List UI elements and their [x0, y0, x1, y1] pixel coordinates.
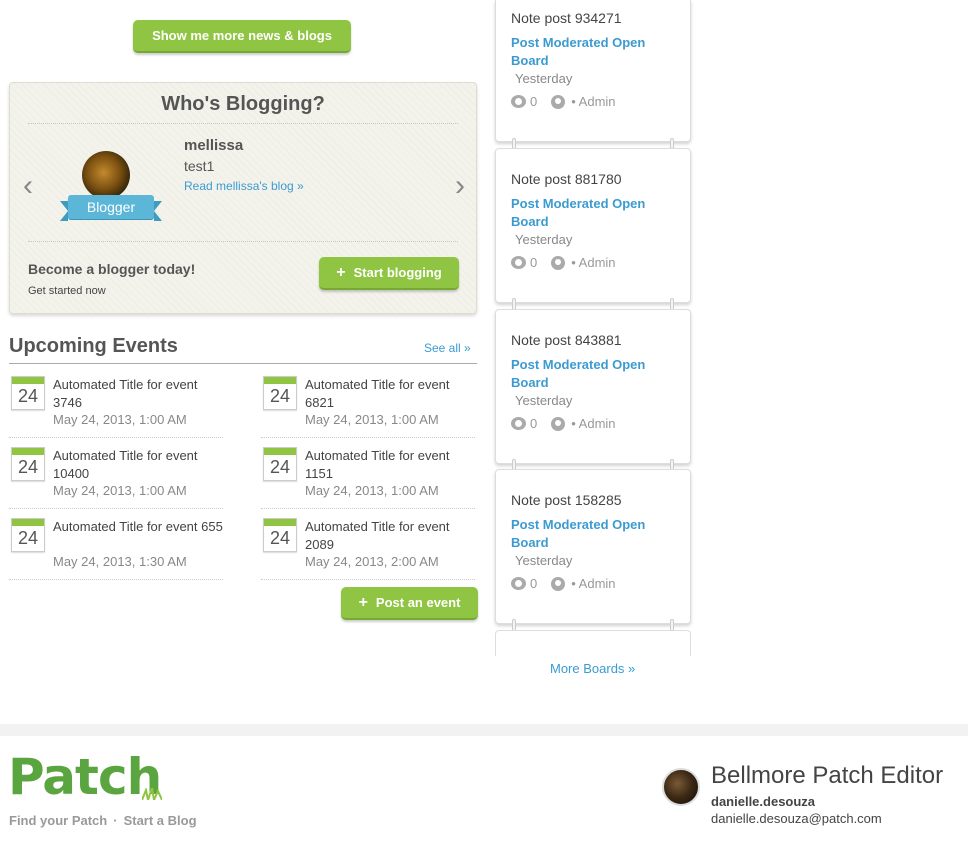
start-blogging-button[interactable]: + Start blogging: [319, 257, 459, 290]
board-post-title[interactable]: Note post 881780: [511, 171, 622, 187]
chevron-right-icon[interactable]: ›: [450, 169, 470, 203]
chevron-left-icon[interactable]: ‹: [18, 169, 38, 203]
comment-count: 0: [530, 416, 538, 431]
event-title[interactable]: Automated Title for event 1151: [305, 447, 475, 483]
patch-logo[interactable]: Patch: [8, 752, 162, 802]
event-title[interactable]: Automated Title for event 10400: [53, 447, 223, 483]
separator: ·: [113, 813, 118, 828]
whos-blogging-title: Who's Blogging?: [161, 93, 325, 115]
board-name-link[interactable]: Post Moderated Open Board: [511, 356, 671, 392]
event-date: May 24, 2013, 1:00 AM: [305, 483, 439, 498]
comment-icon: [511, 417, 526, 430]
grass-icon: [142, 788, 162, 800]
comment-icon: [511, 256, 526, 269]
upcoming-events-heading: Upcoming Events: [9, 335, 178, 357]
post-author: • Admin: [571, 255, 616, 270]
whos-blogging-panel: Who's Blogging? ‹ › Blogger mellissa tes…: [9, 82, 477, 314]
divider: [28, 123, 458, 124]
find-your-patch-link[interactable]: Find your Patch: [9, 813, 107, 828]
calendar-icon: 24: [11, 376, 45, 410]
calendar-icon: 24: [263, 518, 297, 552]
calendar-icon: 24: [11, 447, 45, 481]
event-date: May 24, 2013, 1:00 AM: [53, 412, 187, 427]
become-blogger-heading: Become a blogger today!: [28, 261, 196, 277]
board-post-title[interactable]: Note post 934271: [511, 10, 622, 26]
post-time: Yesterday: [515, 71, 573, 86]
post-time: Yesterday: [515, 393, 573, 408]
event-item[interactable]: 24 Automated Title for event 655 May 24,…: [9, 518, 223, 580]
footer-links: Find your Patch · Start a Blog: [9, 813, 197, 828]
event-title[interactable]: Automated Title for event 655: [53, 518, 223, 536]
comment-count: 0: [530, 576, 538, 591]
comment-count: 0: [530, 94, 538, 109]
badge-icon: [551, 576, 566, 591]
post-time: Yesterday: [515, 553, 573, 568]
editor-title: Bellmore Patch Editor: [711, 762, 944, 789]
editor-email[interactable]: danielle.desouza@patch.com: [711, 811, 882, 826]
event-date: May 24, 2013, 1:00 AM: [53, 483, 187, 498]
post-author: • Admin: [571, 94, 616, 109]
blogger-avatar[interactable]: [82, 151, 130, 199]
blogger-subtitle: test1: [184, 158, 215, 174]
comment-icon: [511, 577, 526, 590]
post-meta: 0 • Admin: [511, 94, 616, 109]
board-post-title[interactable]: Note post 158285: [511, 492, 622, 508]
post-event-label: Post an event: [375, 595, 461, 610]
badge-icon: [551, 94, 566, 109]
board-post-title[interactable]: Note post 843881: [511, 332, 622, 348]
start-a-blog-link[interactable]: Start a Blog: [124, 813, 197, 828]
board-card[interactable]: Note post 881780 Post Moderated Open Boa…: [495, 148, 691, 303]
event-date: May 24, 2013, 1:00 AM: [305, 412, 439, 427]
post-meta: 0 • Admin: [511, 416, 616, 431]
calendar-icon: 24: [263, 376, 297, 410]
divider: [9, 363, 477, 364]
blogger-name[interactable]: mellissa: [184, 137, 243, 154]
event-item[interactable]: 24 Automated Title for event 6821 May 24…: [261, 376, 475, 438]
calendar-icon: 24: [263, 447, 297, 481]
event-item[interactable]: 24 Automated Title for event 1151 May 24…: [261, 447, 475, 509]
post-event-button[interactable]: + Post an event: [341, 587, 478, 620]
post-meta: 0 • Admin: [511, 255, 616, 270]
page: Show me more news & blogs Who's Blogging…: [0, 0, 968, 860]
event-item[interactable]: 24 Automated Title for event 3746 May 24…: [9, 376, 223, 438]
show-more-news-button[interactable]: Show me more news & blogs: [133, 20, 351, 53]
plus-icon: +: [358, 593, 368, 611]
see-all-events-link[interactable]: See all »: [424, 341, 471, 355]
event-title[interactable]: Automated Title for event 6821: [305, 376, 475, 412]
board-name-link[interactable]: Post Moderated Open Board: [511, 34, 671, 70]
comment-count: 0: [530, 255, 538, 270]
editor-avatar[interactable]: [662, 768, 700, 806]
read-blog-link[interactable]: Read mellissa's blog »: [184, 179, 304, 193]
board-card[interactable]: Note post 843881 Post Moderated Open Boa…: [495, 309, 691, 464]
event-date: May 24, 2013, 1:30 AM: [53, 554, 187, 569]
editor-username[interactable]: danielle.desouza: [711, 794, 815, 809]
board-card[interactable]: Note post 934271 Post Moderated Open Boa…: [495, 0, 691, 142]
event-title[interactable]: Automated Title for event 2089: [305, 518, 475, 554]
divider: [28, 241, 458, 242]
start-blogging-label: Start blogging: [353, 265, 442, 280]
calendar-icon: 24: [11, 518, 45, 552]
event-item[interactable]: 24 Automated Title for event 2089 May 24…: [261, 518, 475, 580]
event-item[interactable]: 24 Automated Title for event 10400 May 2…: [9, 447, 223, 509]
get-started-text: Get started now: [28, 285, 106, 297]
post-author: • Admin: [571, 416, 616, 431]
event-date: May 24, 2013, 2:00 AM: [305, 554, 439, 569]
badge-icon: [551, 255, 566, 270]
board-card-partial: [495, 630, 691, 656]
board-name-link[interactable]: Post Moderated Open Board: [511, 516, 671, 552]
plus-icon: +: [336, 263, 346, 281]
post-author: • Admin: [571, 576, 616, 591]
board-name-link[interactable]: Post Moderated Open Board: [511, 195, 671, 231]
event-title[interactable]: Automated Title for event 3746: [53, 376, 223, 412]
post-time: Yesterday: [515, 232, 573, 247]
post-meta: 0 • Admin: [511, 576, 616, 591]
blogger-badge: Blogger: [60, 195, 162, 221]
badge-icon: [551, 416, 566, 431]
board-card[interactable]: Note post 158285 Post Moderated Open Boa…: [495, 469, 691, 624]
comment-icon: [511, 95, 526, 108]
more-boards-link[interactable]: More Boards »: [550, 661, 635, 676]
